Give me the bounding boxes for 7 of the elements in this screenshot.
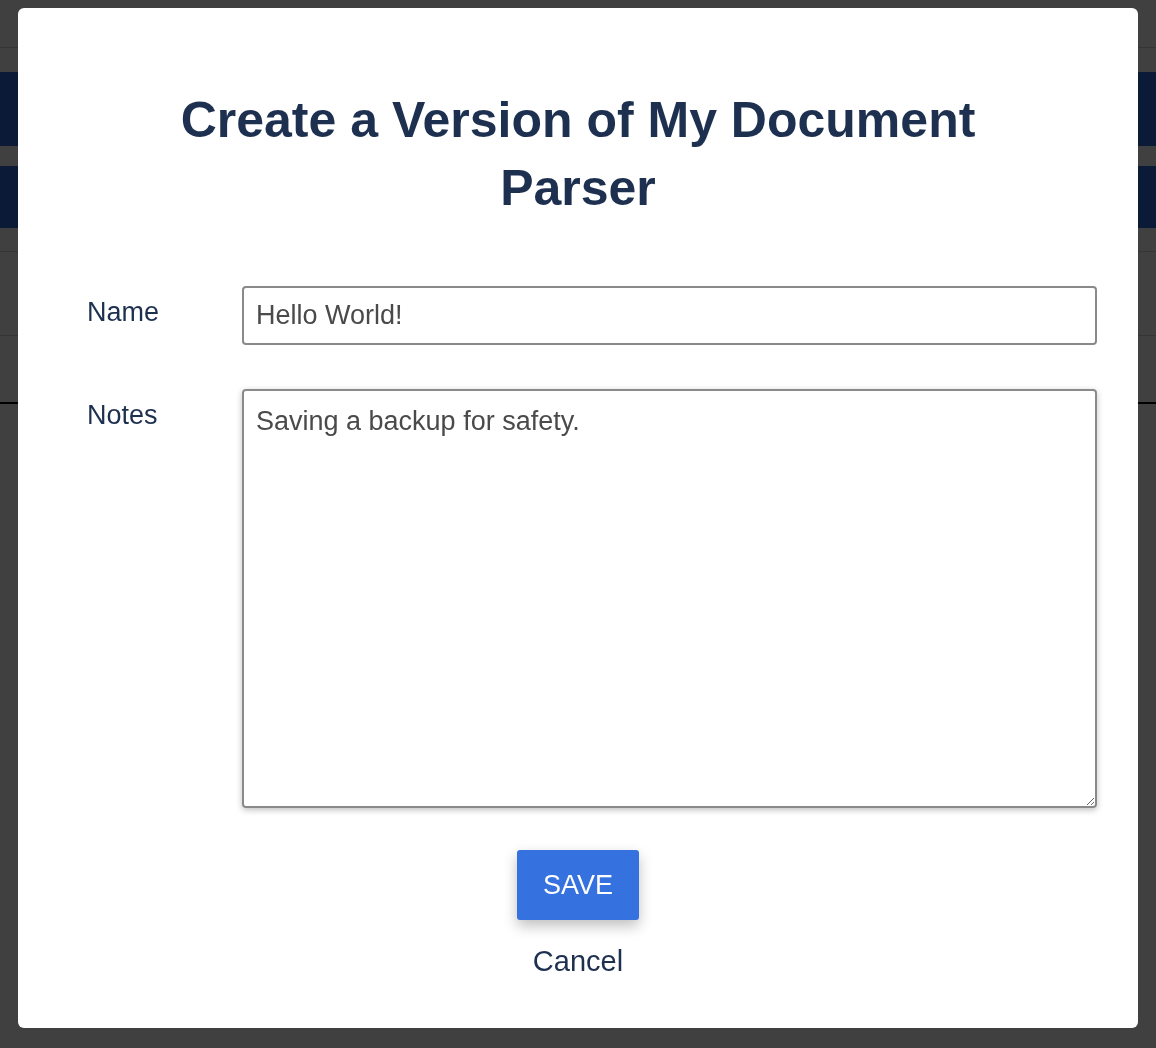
dialog-title: Create a Version of My Document Parser xyxy=(179,91,977,218)
notes-field[interactable]: Saving a backup for safety. xyxy=(242,389,1097,808)
field-label: Notes xyxy=(87,399,159,432)
save-button[interactable]: SAVE xyxy=(517,850,639,920)
field-label: Name xyxy=(87,296,161,329)
cancel-link[interactable]: Cancel xyxy=(532,940,624,984)
name-field[interactable]: Hello World! xyxy=(242,286,1097,345)
